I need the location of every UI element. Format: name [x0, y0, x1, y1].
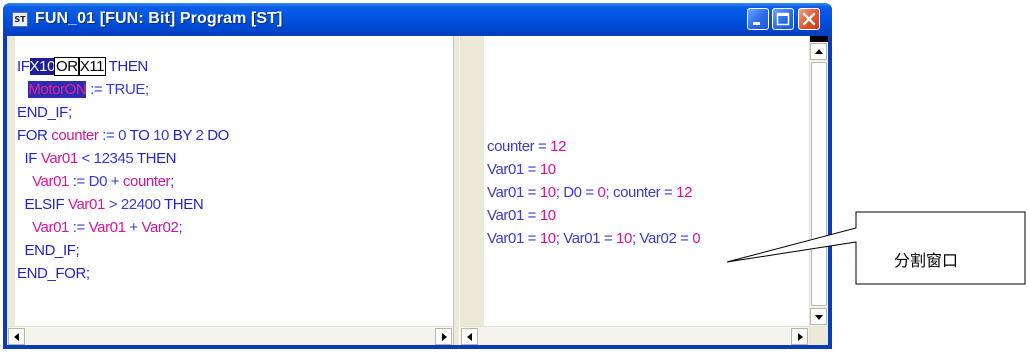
code-line-2[interactable]: MotorON := TRUE;: [17, 78, 149, 101]
right-vertical-scrollbar[interactable]: [809, 36, 828, 326]
scrollbar-corner: [809, 326, 828, 345]
keyword: END_IF;: [17, 104, 72, 121]
window-client-area: IFX10OR X11 THEN MotorON := TRUE; END_IF;…: [7, 36, 828, 345]
code-line-7[interactable]: ELSIF Var01 > 22400 THEN: [17, 193, 204, 216]
code-line-5[interactable]: IF Var01 < 12345 THEN: [17, 147, 177, 170]
scroll-right-button[interactable]: [791, 328, 808, 345]
title-bar[interactable]: ST FUN_01 [FUN: Bit] Program [ST]: [3, 3, 832, 36]
monitor-row-2: Var01 = 10: [487, 161, 556, 178]
code-text: +: [125, 219, 142, 236]
code-text: 10: [149, 127, 173, 144]
selected-variable[interactable]: X10: [29, 58, 55, 75]
boxed-operator[interactable]: OR: [54, 57, 80, 76]
arrow-right-icon: [441, 332, 447, 341]
boxed-variable[interactable]: X11: [77, 57, 107, 76]
keyword: END_FOR;: [17, 265, 90, 282]
split-window-callout-label: 分割窗口: [894, 251, 959, 270]
st-program-icon[interactable]: ST: [12, 12, 28, 27]
variable[interactable]: Var02: [141, 219, 178, 236]
selected-variable[interactable]: MotorON: [28, 81, 87, 98]
variable[interactable]: Var01: [17, 173, 69, 190]
code-line-8[interactable]: Var01 := Var01 + Var02;: [17, 216, 183, 239]
monitor-row-1: counter = 12: [487, 138, 567, 155]
keyword: IF: [17, 150, 41, 167]
right-horizontal-scrollbar[interactable]: [460, 326, 809, 345]
keyword: TO: [129, 127, 150, 144]
monitor-gutter: [460, 36, 484, 326]
maximize-button[interactable]: [772, 8, 794, 30]
program-window: ST FUN_01 [FUN: Bit] Program [ST] IFX10O…: [3, 3, 832, 349]
monitor-row-5: Var01 = 10; Var01 = 10; Var02 = 0: [487, 230, 701, 247]
code-line-6[interactable]: Var01 := D0 + counter;: [17, 170, 174, 193]
vertical-scroll-thumb[interactable]: [811, 62, 827, 306]
code-line-1[interactable]: IFX10OR X11 THEN: [17, 55, 148, 78]
variable[interactable]: Var01: [68, 196, 105, 213]
scroll-left-button[interactable]: [8, 328, 25, 345]
close-icon: [802, 12, 816, 26]
scrollbar-top-edge: [810, 36, 828, 42]
editor-gutter: [7, 36, 15, 326]
arrow-left-icon: [466, 332, 472, 341]
left-horizontal-scrollbar[interactable]: [7, 326, 453, 345]
code-text: ;: [178, 219, 183, 236]
keyword: BY: [172, 127, 192, 144]
monitor-row-4: Var01 = 10: [487, 207, 556, 224]
keyword: IF: [17, 58, 30, 75]
code-text: ;: [170, 173, 174, 190]
minimize-button[interactable]: [747, 8, 769, 30]
keyword: END_IF;: [17, 242, 80, 259]
code-line-4[interactable]: FOR counter := 0 TO 10 BY 2 DO: [17, 124, 229, 147]
code-text: > 22400: [104, 196, 165, 213]
keyword: ELSIF: [17, 196, 68, 213]
keyword: THEN: [108, 58, 149, 75]
scroll-right-button[interactable]: [435, 328, 452, 345]
monitor-row-3: Var01 = 10; D0 = 0; counter = 12: [487, 184, 693, 201]
arrow-up-icon: [814, 48, 823, 54]
code-text: := TRUE;: [90, 81, 149, 98]
arrow-down-icon: [814, 314, 823, 320]
minimize-icon: [753, 22, 760, 25]
arrow-right-icon: [797, 332, 803, 341]
keyword: THEN: [164, 196, 204, 213]
code-line-10[interactable]: END_FOR;: [17, 262, 90, 285]
code-line-3[interactable]: END_IF;: [17, 101, 72, 124]
maximize-icon: [776, 12, 790, 26]
variable[interactable]: Var01: [89, 219, 126, 236]
window-title: FUN_01 [FUN: Bit] Program [ST]: [35, 10, 283, 27]
keyword: FOR: [17, 127, 52, 144]
close-button[interactable]: [798, 8, 820, 30]
code-text: < 12345: [77, 150, 137, 167]
variable[interactable]: counter: [123, 173, 171, 190]
keyword: DO: [207, 127, 229, 144]
code-text: := D0 +: [68, 173, 123, 190]
code-text: := 0: [98, 127, 130, 144]
scroll-down-button[interactable]: [810, 308, 827, 325]
code-text: :=: [68, 219, 89, 236]
variable[interactable]: Var01: [17, 219, 69, 236]
scroll-up-button[interactable]: [810, 43, 827, 60]
keyword: THEN: [136, 150, 177, 167]
code-text: 2: [191, 127, 208, 144]
variable[interactable]: Var01: [41, 150, 78, 167]
scroll-left-button[interactable]: [461, 328, 478, 345]
variable[interactable]: counter: [51, 127, 99, 144]
monitor-pane[interactable]: counter = 12 Var01 = 10 Var01 = 10; D0 =…: [460, 36, 828, 345]
pane-splitter[interactable]: [453, 36, 460, 345]
arrow-left-icon: [13, 332, 19, 341]
code-line-9[interactable]: END_IF;: [17, 239, 80, 262]
code-editor-pane[interactable]: IFX10OR X11 THEN MotorON := TRUE; END_IF;…: [7, 36, 453, 345]
